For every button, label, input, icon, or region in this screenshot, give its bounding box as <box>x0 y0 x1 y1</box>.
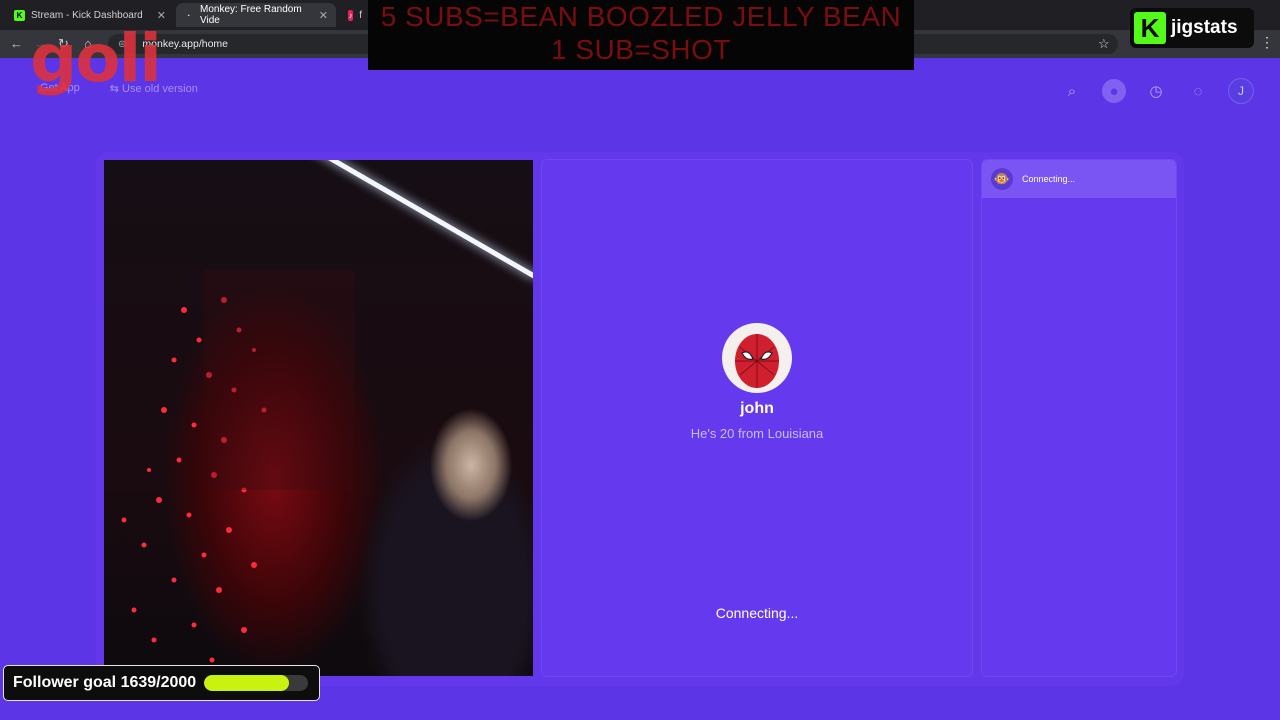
kick-icon: K <box>14 9 25 21</box>
search-icon[interactable]: ⌕ <box>1060 79 1084 103</box>
sub-banner-line-1: 5 SUBS=BEAN BOOZLED JELLY BEAN <box>380 1 902 32</box>
monkey-icon: · <box>187 10 191 20</box>
goli-logo: goli <box>30 20 162 97</box>
partner-panel <box>541 159 973 677</box>
jigstats-badge: K jigstats <box>1130 8 1254 48</box>
sub-banner-line-2: 1 SUB=SHOT <box>550 34 732 65</box>
follower-goal-bar <box>204 675 309 691</box>
follower-goal-widget: Follower goal 1639/2000 <box>3 665 320 701</box>
string-lights <box>121 270 354 663</box>
follower-goal-fill <box>204 675 290 691</box>
partner-info: He's 20 from Louisiana <box>690 426 824 441</box>
tab-title: Monkey: Free Random Vide <box>199 4 302 26</box>
tab-title: Stream - Kick Dashboard <box>31 9 143 21</box>
music-icon: ♪ <box>348 9 354 21</box>
partner-avatar <box>722 323 792 393</box>
sub-goal-banner: 5 SUBS=BEAN BOOZLED JELLY BEAN 1 SUB=SHO… <box>368 0 914 70</box>
self-video-feed <box>104 160 533 676</box>
history-icon[interactable]: ◷ <box>1144 79 1168 103</box>
browser-menu-icon[interactable]: ⋮ <box>1260 34 1274 51</box>
follower-goal-label: Follower goal 1639/2000 <box>13 674 197 691</box>
tab-title: f <box>359 9 362 21</box>
friends-avatar-icon[interactable]: ● <box>1102 79 1126 103</box>
chat-bubble-icon[interactable]: ◌ <box>1186 79 1210 103</box>
back-icon[interactable]: ← <box>10 36 23 51</box>
kick-logo-icon: K <box>1134 12 1166 44</box>
monkey-icon: 🐵 <box>991 168 1013 190</box>
tab-music[interactable]: ♪ f <box>340 3 370 27</box>
connecting-status: Connecting... <box>715 605 799 621</box>
tab-monkey[interactable]: · Monkey: Free Random Vide ✕ <box>176 3 336 27</box>
site-header-icons: ⌕ ● ◷ ◌ J <box>1060 78 1254 104</box>
user-avatar[interactable]: J <box>1228 78 1254 104</box>
chat-panel <box>981 159 1177 677</box>
bookmark-star-icon[interactable]: ☆ <box>1098 36 1110 52</box>
close-tab-icon[interactable]: ✕ <box>319 9 328 22</box>
chat-status-bar: 🐵 Connecting... <box>982 160 1176 198</box>
chat-status-text: Connecting... <box>1022 174 1076 184</box>
partner-name: john <box>740 400 774 417</box>
jigstats-label: jigstats <box>1171 17 1238 38</box>
spiderman-mask-icon <box>735 334 779 388</box>
